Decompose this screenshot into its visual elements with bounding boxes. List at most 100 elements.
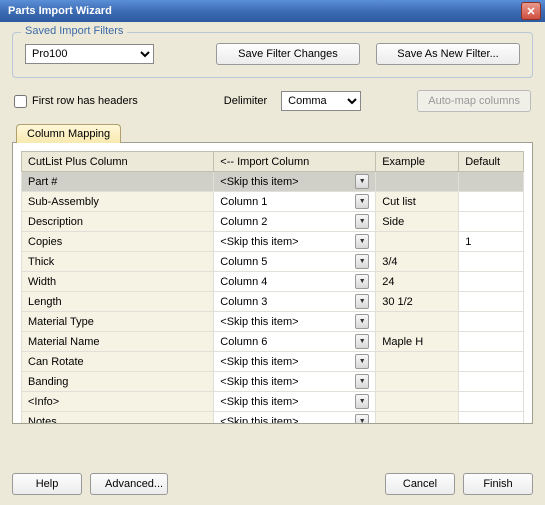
- chevron-down-icon[interactable]: ▼: [355, 314, 369, 329]
- import-column-cell[interactable]: <Skip this item> ▼: [214, 172, 376, 192]
- default-cell[interactable]: [459, 252, 524, 272]
- cutlist-column-cell: Description: [22, 212, 214, 232]
- default-cell[interactable]: [459, 372, 524, 392]
- cutlist-column-cell: Thick: [22, 252, 214, 272]
- header-import-column: <-- Import Column: [214, 152, 376, 172]
- first-row-headers-label: First row has headers: [32, 95, 138, 107]
- chevron-down-icon[interactable]: ▼: [355, 234, 369, 249]
- example-cell: Side: [376, 212, 459, 232]
- header-example: Example: [376, 152, 459, 172]
- example-cell: Cut list: [376, 192, 459, 212]
- save-filter-changes-button[interactable]: Save Filter Changes: [216, 43, 360, 65]
- saved-filter-select[interactable]: Pro100: [25, 44, 154, 64]
- cancel-button[interactable]: Cancel: [385, 473, 455, 495]
- cutlist-column-cell: Length: [22, 292, 214, 312]
- import-column-cell[interactable]: <Skip this item>▼: [214, 312, 376, 332]
- cutlist-column-cell: Notes: [22, 412, 214, 425]
- default-cell[interactable]: [459, 312, 524, 332]
- chevron-down-icon[interactable]: ▼: [355, 414, 369, 424]
- default-cell[interactable]: [459, 292, 524, 312]
- example-cell: [376, 392, 459, 412]
- import-column-cell[interactable]: Column 1 ▼: [214, 192, 376, 212]
- delimiter-select[interactable]: Comma: [281, 91, 361, 111]
- cutlist-column-cell: Material Name: [22, 332, 214, 352]
- table-row: Material NameColumn 6▼Maple H: [22, 332, 524, 352]
- table-row: Can Rotate<Skip this item>▼: [22, 352, 524, 372]
- table-row: Thick Column 5 ▼ 3/4: [22, 252, 524, 272]
- import-column-cell[interactable]: Column 2 ▼: [214, 212, 376, 232]
- chevron-down-icon[interactable]: ▼: [355, 254, 369, 269]
- help-button[interactable]: Help: [12, 473, 82, 495]
- tab-column-mapping[interactable]: Column Mapping: [16, 124, 121, 143]
- import-column-value: Column 3: [220, 296, 267, 308]
- import-column-cell[interactable]: <Skip this item> ▼: [214, 392, 376, 412]
- save-as-new-filter-button[interactable]: Save As New Filter...: [376, 43, 520, 65]
- first-row-headers-checkbox[interactable]: First row has headers: [14, 95, 138, 108]
- column-mapping-panel: CutList Plus Column <-- Import Column Ex…: [12, 142, 533, 424]
- chevron-down-icon[interactable]: ▼: [355, 274, 369, 289]
- default-cell[interactable]: [459, 392, 524, 412]
- default-cell[interactable]: [459, 412, 524, 425]
- default-cell[interactable]: [459, 352, 524, 372]
- chevron-down-icon[interactable]: ▼: [355, 354, 369, 369]
- default-cell[interactable]: 1: [459, 232, 524, 252]
- example-cell: [376, 372, 459, 392]
- default-cell[interactable]: [459, 332, 524, 352]
- chevron-down-icon[interactable]: ▼: [355, 214, 369, 229]
- import-column-cell[interactable]: <Skip this item>▼: [214, 412, 376, 425]
- chevron-down-icon[interactable]: ▼: [355, 294, 369, 309]
- import-column-cell[interactable]: Column 4 ▼: [214, 272, 376, 292]
- first-row-headers-input[interactable]: [14, 95, 27, 108]
- import-column-value: <Skip this item>: [220, 356, 298, 368]
- default-cell[interactable]: [459, 272, 524, 292]
- cutlist-column-cell: Sub-Assembly: [22, 192, 214, 212]
- table-row: Width Column 4 ▼ 24: [22, 272, 524, 292]
- cutlist-column-cell: Part #: [22, 172, 214, 192]
- table-row: Banding<Skip this item>▼: [22, 372, 524, 392]
- import-column-value: Column 4: [220, 276, 267, 288]
- import-column-cell[interactable]: Column 5 ▼: [214, 252, 376, 272]
- example-cell: [376, 352, 459, 372]
- table-row: Sub-Assembly Column 1 ▼ Cut list: [22, 192, 524, 212]
- window-body: Saved Import Filters Pro100 Save Filter …: [0, 22, 545, 505]
- default-cell[interactable]: [459, 172, 524, 192]
- close-button[interactable]: ✕: [521, 2, 541, 20]
- import-column-cell[interactable]: <Skip this item>▼: [214, 372, 376, 392]
- close-icon: ✕: [526, 5, 535, 18]
- example-cell: [376, 172, 459, 192]
- example-cell: 3/4: [376, 252, 459, 272]
- import-column-cell[interactable]: Column 6▼: [214, 332, 376, 352]
- import-column-value: Column 1: [220, 196, 267, 208]
- automap-columns-button: Auto-map columns: [417, 90, 531, 112]
- chevron-down-icon[interactable]: ▼: [355, 334, 369, 349]
- default-cell[interactable]: [459, 212, 524, 232]
- example-cell: [376, 312, 459, 332]
- example-cell: [376, 232, 459, 252]
- chevron-down-icon[interactable]: ▼: [355, 394, 369, 409]
- mapping-table: CutList Plus Column <-- Import Column Ex…: [21, 151, 524, 424]
- example-cell: 30 1/2: [376, 292, 459, 312]
- advanced-button[interactable]: Advanced...: [90, 473, 168, 495]
- import-column-cell[interactable]: Column 3 ▼: [214, 292, 376, 312]
- delimiter-label: Delimiter: [224, 95, 267, 107]
- cutlist-column-cell: <Info>: [22, 392, 214, 412]
- chevron-down-icon[interactable]: ▼: [355, 194, 369, 209]
- import-column-value: Column 5: [220, 256, 267, 268]
- example-cell: 24: [376, 272, 459, 292]
- import-column-cell[interactable]: <Skip this item>▼: [214, 232, 376, 252]
- chevron-down-icon[interactable]: ▼: [355, 374, 369, 389]
- cutlist-column-cell: Banding: [22, 372, 214, 392]
- cutlist-column-cell: Width: [22, 272, 214, 292]
- example-cell: [376, 412, 459, 425]
- default-cell[interactable]: [459, 192, 524, 212]
- import-column-cell[interactable]: <Skip this item> ▼: [214, 352, 376, 372]
- import-column-value: Column 2: [220, 216, 267, 228]
- finish-button[interactable]: Finish: [463, 473, 533, 495]
- chevron-down-icon[interactable]: ▼: [355, 174, 369, 189]
- example-cell: Maple H: [376, 332, 459, 352]
- table-row: Part # <Skip this item> ▼: [22, 172, 524, 192]
- import-column-value: <Skip this item>: [220, 176, 298, 188]
- import-column-value: <Skip this item>: [220, 396, 298, 408]
- cutlist-column-cell: Material Type: [22, 312, 214, 332]
- table-header-row: CutList Plus Column <-- Import Column Ex…: [22, 152, 524, 172]
